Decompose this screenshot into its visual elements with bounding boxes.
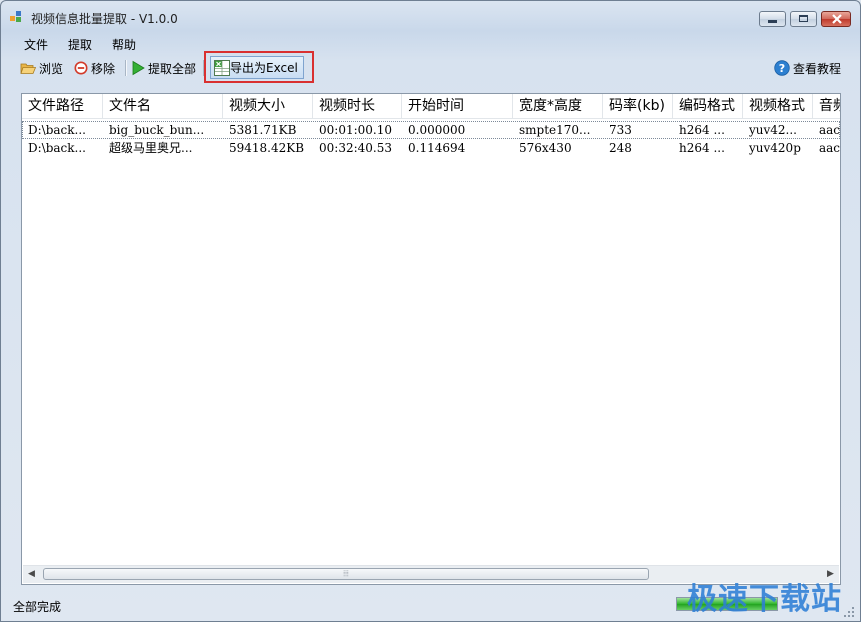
cell-bitrate: 248: [609, 141, 632, 155]
remove-icon: [74, 61, 88, 75]
play-icon: [132, 60, 145, 76]
table-row[interactable]: D:\back... big_buck_bun... 5381.71KB 00:…: [22, 121, 840, 139]
browse-button[interactable]: 浏览: [20, 57, 63, 79]
column-header-filename[interactable]: 文件名: [103, 94, 223, 118]
cell-codec: h264 ...: [679, 123, 725, 137]
cell-audio: aac: [819, 141, 841, 155]
cell-resolution: smpte170...: [519, 123, 591, 137]
column-header-resolution[interactable]: 宽度*高度: [513, 94, 603, 118]
column-header-video-format[interactable]: 视频格式: [743, 94, 813, 118]
cell-filename: 超级马里奥兄...: [109, 141, 193, 155]
cell-video-format: yuv420p: [749, 141, 801, 155]
tutorial-button[interactable]: ? 查看教程: [774, 57, 841, 79]
column-header-codec[interactable]: 编码格式: [673, 94, 743, 118]
site-watermark: 极速下载站: [687, 582, 842, 617]
column-header-duration[interactable]: 视频时长: [313, 94, 402, 118]
menu-bar: 文件 提取 帮助: [10, 33, 852, 53]
menu-file[interactable]: 文件: [18, 35, 54, 54]
extract-all-button[interactable]: 提取全部: [131, 57, 196, 79]
extract-all-label: 提取全部: [148, 61, 197, 76]
cell-size: 5381.71KB: [229, 123, 297, 137]
resize-grip-icon[interactable]: [844, 607, 854, 617]
close-button[interactable]: [821, 11, 851, 27]
window-title: 视频信息批量提取 - V1.0.0: [31, 12, 178, 26]
cell-duration: 00:01:00.10: [319, 123, 392, 137]
cell-size: 59418.42KB: [229, 141, 305, 155]
browse-label: 浏览: [39, 61, 64, 76]
remove-label: 移除: [91, 61, 116, 76]
svg-text:?: ?: [779, 62, 785, 75]
close-icon: [832, 14, 842, 24]
remove-button[interactable]: 移除: [74, 57, 115, 79]
scrollbar-thumb[interactable]: ⦙⦙⦙: [43, 568, 649, 580]
cell-resolution: 576x430: [519, 141, 572, 155]
help-icon: ?: [774, 60, 790, 76]
column-header-start-time[interactable]: 开始时间: [402, 94, 513, 118]
column-header-path[interactable]: 文件路径: [22, 94, 103, 118]
cell-video-format: yuv42...: [749, 123, 797, 137]
title-bar[interactable]: 视频信息批量提取 - V1.0.0: [1, 1, 860, 31]
annotation-highlight-box: [204, 51, 314, 83]
folder-open-icon: [20, 63, 36, 74]
cell-codec: h264 ...: [679, 141, 725, 155]
app-window: 视频信息批量提取 - V1.0.0 文件 提取 帮助 浏览 移除 提取全部 导出…: [0, 0, 861, 622]
column-header-bitrate[interactable]: 码率(kb): [603, 94, 673, 118]
toolbar: 浏览 移除 提取全部 导出为Excel ? 查看教程: [10, 55, 852, 81]
cell-start-time: 0.114694: [408, 141, 466, 155]
menu-extract[interactable]: 提取: [62, 35, 98, 54]
tutorial-label: 查看教程: [793, 61, 842, 76]
cell-path: D:\back...: [28, 123, 86, 137]
scroll-left-icon[interactable]: ◀: [23, 566, 40, 583]
cell-bitrate: 733: [609, 123, 632, 137]
status-text: 全部完成: [13, 600, 62, 614]
maximize-button[interactable]: [790, 11, 817, 27]
list-header: 文件路径 文件名 视频大小 视频时长 开始时间 宽度*高度 码率(kb) 编码格…: [22, 94, 840, 119]
app-icon: [10, 11, 22, 22]
cell-start-time: 0.000000: [408, 123, 466, 137]
cell-audio: aac: [819, 123, 841, 137]
minimize-button[interactable]: [759, 11, 786, 27]
column-header-size[interactable]: 视频大小: [223, 94, 313, 118]
column-header-audio[interactable]: 音频: [813, 94, 840, 118]
cell-filename: big_buck_bun...: [109, 123, 205, 137]
toolbar-separator: [125, 60, 126, 76]
cell-duration: 00:32:40.53: [319, 141, 392, 155]
cell-path: D:\back...: [28, 141, 86, 155]
video-info-list[interactable]: 文件路径 文件名 视频大小 视频时长 开始时间 宽度*高度 码率(kb) 编码格…: [21, 93, 841, 585]
menu-help[interactable]: 帮助: [106, 35, 142, 54]
table-row[interactable]: D:\back... 超级马里奥兄... 59418.42KB 00:32:40…: [22, 139, 840, 157]
